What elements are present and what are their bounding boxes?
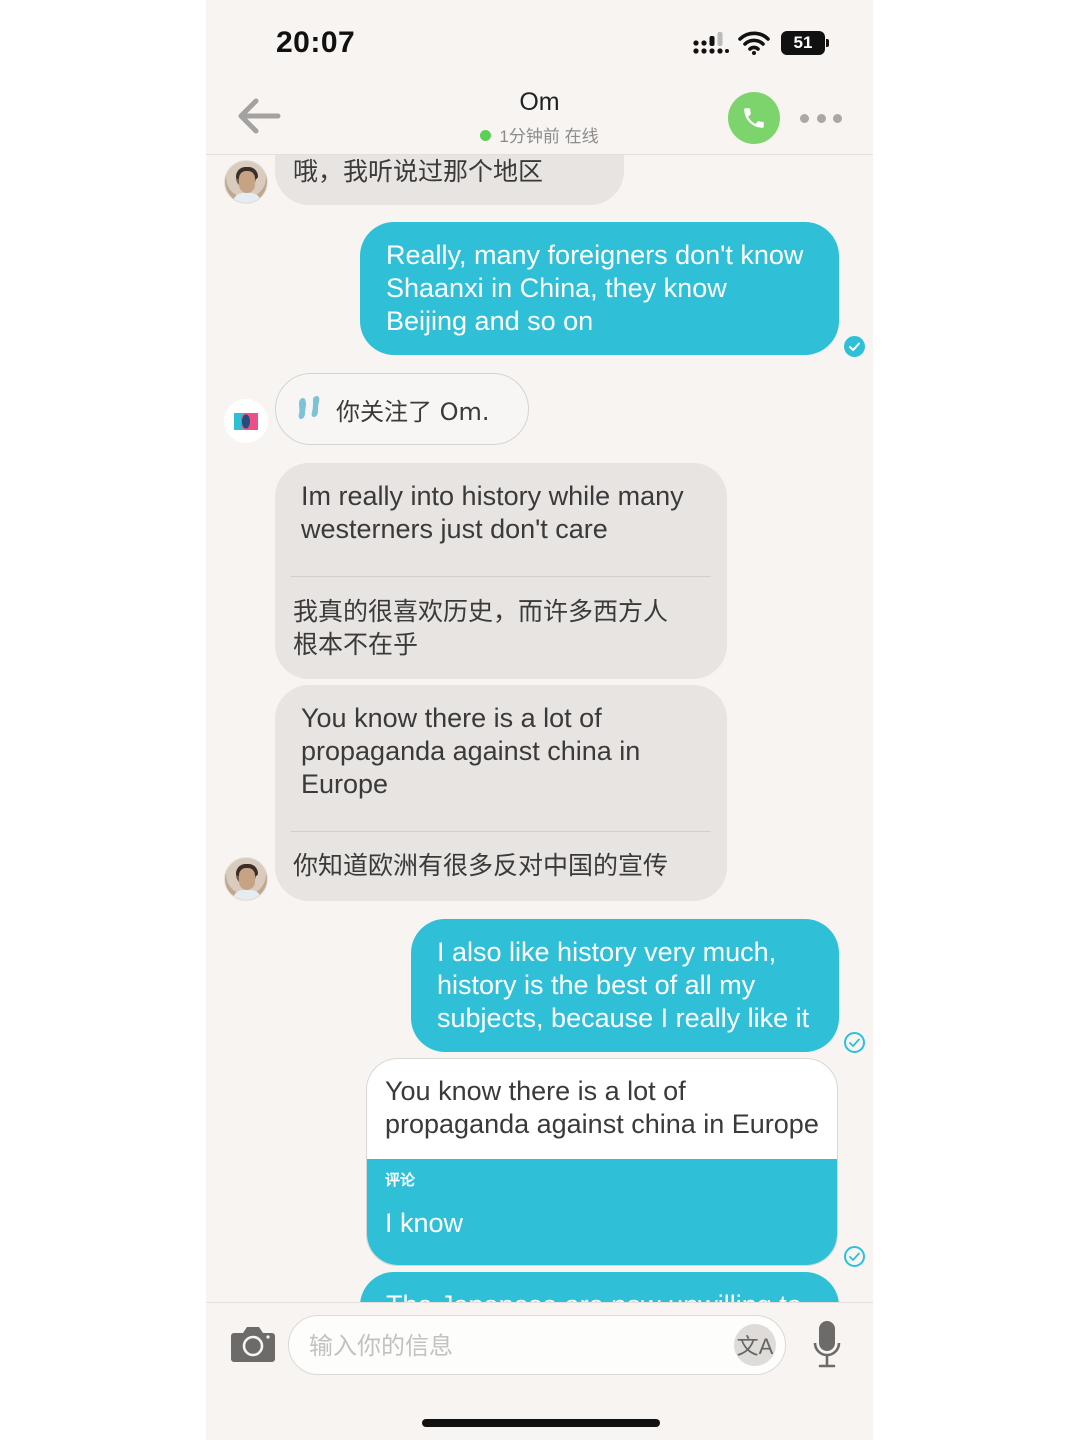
message-bubble-outgoing[interactable]: The Japanese are now unwilling to [360, 1272, 839, 1302]
message-line: Beijing and so on [386, 306, 594, 336]
message-line: subjects, because I really like it [437, 1003, 810, 1033]
status-time: 20:07 [276, 26, 356, 59]
message-list[interactable]: 哦，我听说过那个地区 Really, many foreigners don't… [206, 155, 873, 1302]
message-input-field: 文A [288, 1315, 786, 1375]
message-line: Shaanxi in China, they know [386, 273, 727, 303]
battery-level: 51 [781, 31, 825, 55]
quoted-line: You know there is a lot of [385, 1076, 686, 1106]
comment-reply-text: I know [385, 1208, 464, 1238]
translation-line: 你知道欧洲有很多反对中国的宣传 [293, 851, 669, 880]
cellular-signal-icon [693, 32, 729, 54]
quoted-message: You know there is a lot of propaganda ag… [367, 1059, 837, 1159]
quoted-line: propaganda against china in Europe [385, 1109, 819, 1139]
home-indicator[interactable] [422, 1419, 660, 1427]
message-bubble-incoming[interactable]: You know there is a lot of propaganda ag… [275, 685, 727, 901]
contact-avatar[interactable] [224, 160, 268, 204]
translate-icon: 文A [736, 1334, 774, 1359]
chat-header: Om 1分钟前 在线 [206, 80, 873, 155]
call-button[interactable] [728, 92, 780, 144]
translate-button[interactable]: 文A [734, 1324, 776, 1366]
message-line: westerners just don't care [301, 514, 608, 544]
message-bubble-outgoing[interactable]: I also like history very much, history i… [411, 919, 839, 1052]
follow-notice-text: 你关注了 Om. [336, 397, 490, 426]
comment-body: 评论 I know [367, 1159, 837, 1265]
camera-icon[interactable] [230, 1325, 276, 1363]
message-line: propaganda against china in [301, 736, 641, 766]
message-line: The Japanese are now unwilling to [360, 1272, 839, 1302]
message-line: Im really into history while many [301, 481, 684, 511]
microphone-icon[interactable] [812, 1319, 842, 1371]
message-line: I also like history very much, [437, 937, 777, 967]
comment-message[interactable]: You know there is a lot of propaganda ag… [366, 1058, 838, 1266]
message-bubble-incoming[interactable]: 哦，我听说过那个地区 [275, 155, 624, 205]
translation-line: 根本不在乎 [293, 630, 419, 659]
more-dot-icon [800, 113, 809, 123]
comment-label: 评论 [385, 1171, 416, 1189]
message-line: You know there is a lot of [301, 703, 602, 733]
contact-avatar[interactable] [224, 857, 268, 901]
read-check-icon [844, 336, 865, 357]
status-bar: 20:07 51 [206, 0, 873, 80]
message-input-bar: 文A [206, 1302, 873, 1440]
delivered-check-icon [844, 1246, 865, 1267]
online-dot-icon [480, 130, 492, 141]
more-dot-icon [833, 113, 842, 123]
app-logo-icon [224, 399, 268, 443]
phone-icon [744, 108, 764, 128]
message-input[interactable] [309, 1326, 709, 1366]
follow-notice: 你关注了 Om. [275, 373, 529, 445]
wifi-icon [738, 31, 770, 55]
phone-screen: 20:07 51 Om 1分钟前 在线 哦，我听说过那个地区 Really, m… [206, 0, 873, 1440]
online-status-text: 1分钟前 在线 [499, 127, 599, 146]
message-line: Really, many foreigners don't know [386, 240, 804, 270]
message-line: history is the best of all my [437, 970, 756, 1000]
message-text: 哦，我听说过那个地区 [293, 157, 544, 186]
more-options-button[interactable] [800, 106, 842, 130]
battery-icon: 51 [781, 31, 829, 55]
translation-line: 我真的很喜欢历史，而许多西方人 [293, 597, 669, 626]
footprints-icon [298, 396, 320, 419]
more-dot-icon [816, 113, 826, 123]
message-line: Europe [301, 769, 389, 799]
message-bubble-incoming[interactable]: Im really into history while many wester… [275, 463, 727, 679]
message-bubble-outgoing[interactable]: Really, many foreigners don't know Shaan… [360, 222, 839, 355]
delivered-check-icon [844, 1032, 865, 1053]
